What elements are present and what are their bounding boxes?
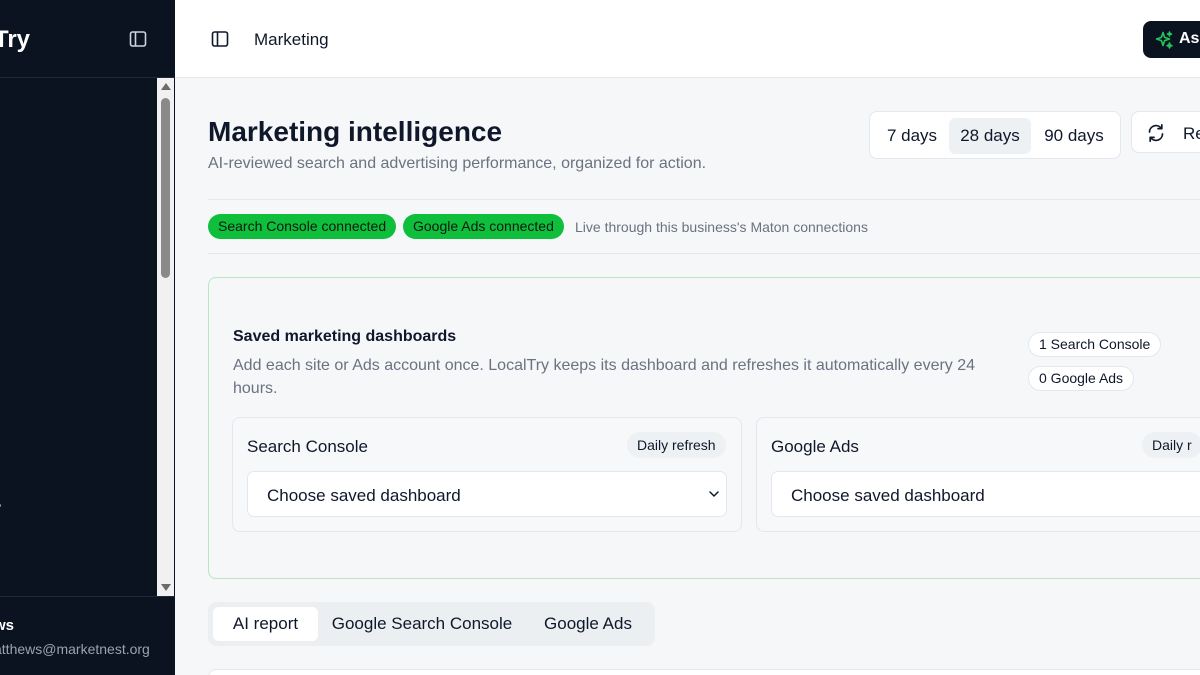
sidebar-scrollbar[interactable] bbox=[157, 78, 174, 596]
panel-left-icon[interactable] bbox=[128, 29, 148, 49]
search-console-dashboard-select[interactable]: Choose saved dashboard bbox=[247, 471, 727, 517]
refresh-label: Re bbox=[1183, 124, 1200, 143]
range-28-days-button[interactable]: 28 days bbox=[949, 118, 1031, 154]
app-root: Try ws atthews@marketnest.org Marketing bbox=[0, 0, 1200, 675]
sparkles-icon bbox=[1155, 31, 1173, 49]
brand-name: Try bbox=[0, 26, 31, 53]
divider bbox=[208, 253, 1200, 254]
date-range-selector: 7 days 28 days 90 days bbox=[869, 111, 1121, 159]
search-console-count-badge: 1 Search Console bbox=[1028, 332, 1162, 357]
google-ads-card-title: Google Ads bbox=[771, 437, 859, 456]
panel-left-icon[interactable] bbox=[210, 29, 230, 49]
tab-google-ads[interactable]: Google Ads bbox=[526, 607, 650, 641]
scroll-thumb[interactable] bbox=[161, 98, 170, 278]
connection-note: Live through this business's Maton conne… bbox=[575, 219, 868, 235]
sidebar-header: Try bbox=[0, 0, 175, 78]
main-content: Marketing intelligence AI-reviewed searc… bbox=[175, 78, 1200, 675]
range-7-days-button[interactable]: 7 days bbox=[878, 118, 946, 154]
saved-dashboards-title: Saved marketing dashboards bbox=[233, 328, 457, 345]
daily-refresh-badge: Daily r bbox=[1142, 432, 1200, 458]
tab-google-search-console[interactable]: Google Search Console bbox=[324, 607, 520, 641]
refresh-button[interactable]: Re bbox=[1131, 111, 1200, 153]
scroll-down-arrow-icon[interactable] bbox=[161, 584, 171, 591]
user-profile[interactable]: ws atthews@marketnest.org bbox=[0, 596, 175, 675]
divider bbox=[208, 199, 1200, 200]
ask-ai-button[interactable]: As bbox=[1143, 21, 1200, 58]
scroll-up-arrow-icon[interactable] bbox=[161, 83, 171, 90]
tab-ai-report[interactable]: AI report bbox=[213, 607, 318, 641]
user-name: ws bbox=[0, 617, 15, 634]
topbar: Marketing As bbox=[175, 0, 1200, 78]
search-console-connected-badge: Search Console connected bbox=[208, 214, 397, 239]
page-title: Marketing intelligence bbox=[208, 116, 503, 147]
daily-refresh-badge: Daily refresh bbox=[627, 432, 726, 458]
saved-dashboards-card: Saved marketing dashboards Add each site… bbox=[208, 277, 1200, 579]
report-tabs: AI report Google Search Console Google A… bbox=[208, 602, 655, 646]
chevron-down-icon bbox=[709, 491, 719, 497]
search-console-dashboard-card: Search Console Daily refresh Choose save… bbox=[232, 417, 742, 532]
breadcrumb-title: Marketing bbox=[254, 30, 329, 49]
report-panel bbox=[208, 669, 1200, 675]
ask-ai-label: As bbox=[1179, 30, 1200, 47]
nav-item-marker bbox=[0, 504, 1, 507]
saved-dashboards-description: Add each site or Ads account once. Local… bbox=[233, 357, 976, 397]
google-ads-connected-badge: Google Ads connected bbox=[403, 214, 564, 239]
page-subtitle: AI-reviewed search and advertising perfo… bbox=[208, 155, 707, 172]
google-ads-count-badge: 0 Google Ads bbox=[1028, 366, 1135, 391]
sidebar: Try ws atthews@marketnest.org bbox=[0, 0, 175, 675]
google-ads-dashboard-select[interactable]: Choose saved dashboard bbox=[771, 471, 1200, 517]
google-ads-dashboard-card: Google Ads Daily r Choose saved dashboar… bbox=[756, 417, 1200, 532]
range-90-days-button[interactable]: 90 days bbox=[1034, 118, 1114, 154]
user-email: atthews@marketnest.org bbox=[0, 641, 150, 657]
select-value: Choose saved dashboard bbox=[791, 486, 985, 505]
search-console-card-title: Search Console bbox=[247, 437, 368, 456]
refresh-cw-icon bbox=[1148, 123, 1164, 143]
select-value: Choose saved dashboard bbox=[267, 486, 461, 505]
